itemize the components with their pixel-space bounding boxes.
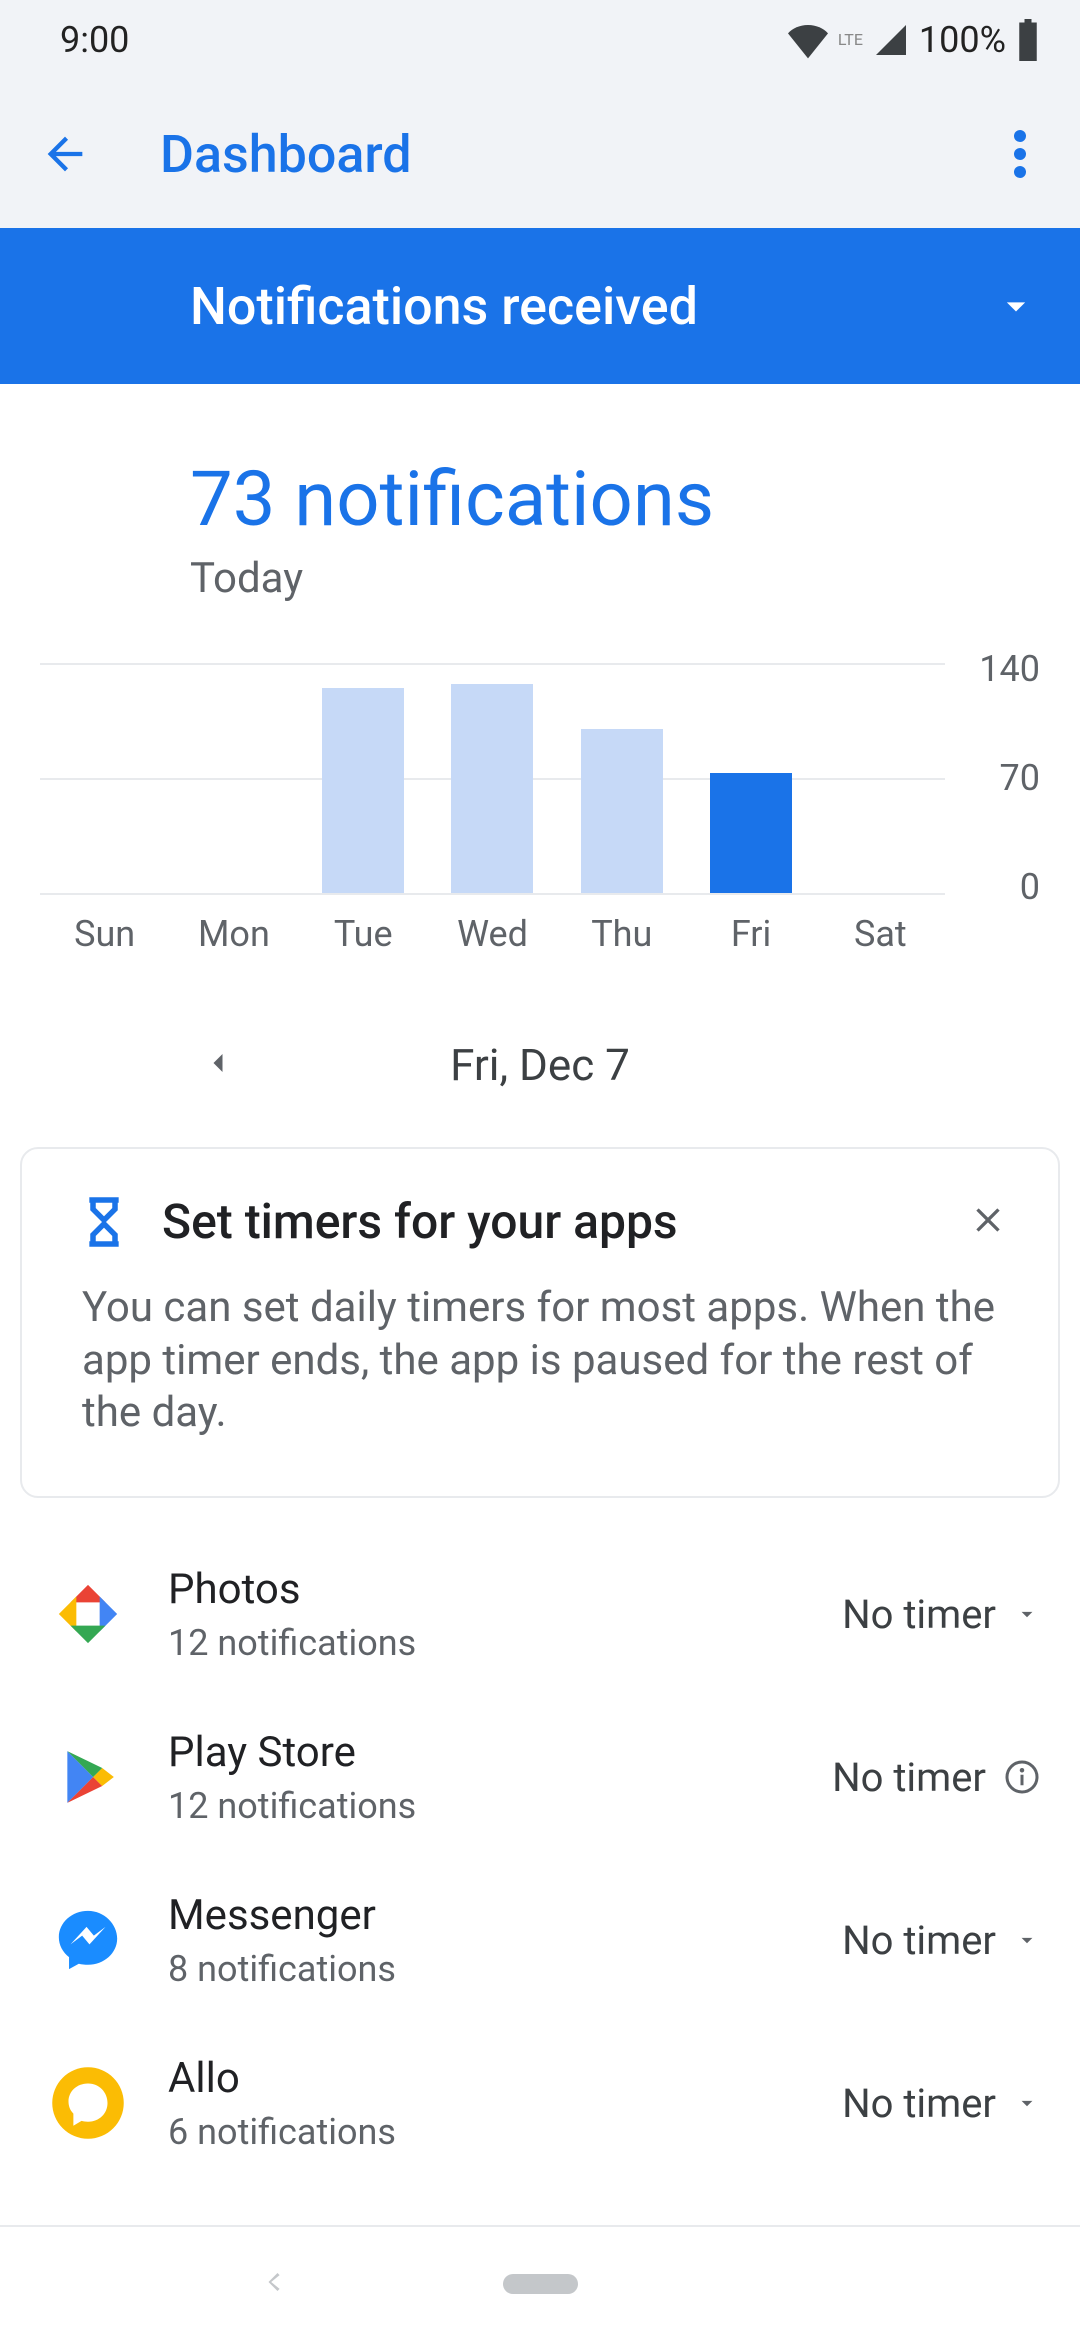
chart-x-label: Fri — [686, 913, 815, 955]
chart-bar-wed[interactable] — [428, 663, 557, 893]
timer-label: No timer — [842, 1591, 996, 1638]
chevron-down-icon — [994, 284, 1038, 328]
page-title: Dashboard — [160, 124, 990, 185]
status-time: 9:00 — [60, 19, 129, 61]
hourglass-icon — [82, 1196, 126, 1248]
timer-label: No timer — [842, 1917, 996, 1964]
app-icon-allo — [48, 2063, 128, 2143]
battery-icon — [1016, 19, 1040, 61]
chevron-left-icon — [255, 2264, 291, 2300]
timer-dropdown[interactable]: No timer — [842, 1591, 1040, 1638]
status-icons: LTE 100% — [788, 19, 1040, 61]
dropdown-icon — [1014, 1927, 1040, 1953]
arrow-back-icon — [39, 128, 91, 180]
dropdown-icon — [1014, 1601, 1040, 1627]
timer-label: No timer — [842, 2080, 996, 2127]
app-row-allo[interactable]: Allo 6 notifications No timer — [0, 2022, 1080, 2185]
app-list: Photos 12 notifications No timer Play St… — [0, 1533, 1080, 2185]
signal-icon — [873, 22, 909, 58]
chart-y-label: 0 — [1020, 866, 1040, 908]
play-store-icon — [57, 1746, 119, 1808]
chart-bar-tue[interactable] — [299, 663, 428, 893]
card-title: Set timers for your apps — [162, 1193, 932, 1250]
timer-info[interactable]: No timer — [832, 1754, 1040, 1801]
app-icon-messenger — [48, 1900, 128, 1980]
app-name: Allo — [168, 2054, 802, 2103]
date-navigator: Fri, Dec 7 — [0, 993, 1080, 1147]
chevron-left-icon — [200, 1045, 236, 1081]
app-name: Messenger — [168, 1891, 802, 1940]
app-icon-photos — [48, 1574, 128, 1654]
metric-selector[interactable]: Notifications received — [0, 228, 1080, 384]
current-date: Fri, Dec 7 — [450, 1039, 630, 1091]
close-icon — [968, 1200, 1008, 1240]
summary-subtitle: Today — [190, 554, 1080, 603]
app-icon-play-store — [48, 1737, 128, 1817]
more-vert-icon — [1014, 130, 1026, 178]
metric-label: Notifications received — [190, 276, 698, 337]
nav-back-button[interactable] — [255, 2264, 291, 2304]
app-row-play-store[interactable]: Play Store 12 notifications No timer — [0, 1696, 1080, 1859]
app-subtitle: 12 notifications — [168, 1622, 802, 1664]
allo-icon — [49, 2064, 127, 2142]
lte-label: LTE — [838, 32, 863, 48]
chart-bar-fri[interactable] — [686, 663, 815, 893]
app-row-messenger[interactable]: Messenger 8 notifications No timer — [0, 1859, 1080, 2022]
chart-y-label: 140 — [979, 648, 1040, 690]
chart-y-label: 70 — [1000, 757, 1040, 799]
app-subtitle: 6 notifications — [168, 2111, 802, 2153]
app-row-photos[interactable]: Photos 12 notifications No timer — [0, 1533, 1080, 1696]
app-subtitle: 8 notifications — [168, 1948, 802, 1990]
summary-block: 73 notifications Today — [0, 384, 1080, 603]
chart-x-label: Thu — [557, 913, 686, 955]
chart-bar-mon[interactable] — [169, 663, 298, 893]
chart-bar-sun[interactable] — [40, 663, 169, 893]
weekly-chart[interactable]: SunMonTueWedThuFriSat 140700 — [40, 663, 1040, 993]
chart-x-label: Mon — [169, 913, 298, 955]
app-name: Photos — [168, 1565, 802, 1614]
chart-x-label: Wed — [428, 913, 557, 955]
chart-x-label: Sat — [816, 913, 945, 955]
messenger-icon — [53, 1905, 123, 1975]
system-nav-bar — [0, 2225, 1080, 2340]
dropdown-icon — [1014, 2090, 1040, 2116]
chart-bar-sat[interactable] — [816, 663, 945, 893]
back-button[interactable] — [30, 119, 100, 189]
photos-icon — [53, 1579, 123, 1649]
chart-x-label: Sun — [40, 913, 169, 955]
overflow-menu-button[interactable] — [990, 124, 1050, 184]
battery-percent: 100% — [919, 19, 1006, 61]
timer-info-card: Set timers for your apps You can set dai… — [20, 1147, 1060, 1498]
prev-day-button[interactable] — [200, 1045, 236, 1085]
timer-dropdown[interactable]: No timer — [842, 1917, 1040, 1964]
chart-x-label: Tue — [299, 913, 428, 955]
summary-count: 73 notifications — [190, 454, 1080, 544]
chart-bar-thu[interactable] — [557, 663, 686, 893]
timer-label: No timer — [832, 1754, 986, 1801]
app-subtitle: 12 notifications — [168, 1785, 792, 1827]
wifi-icon — [788, 20, 828, 60]
card-body: You can set daily timers for most apps. … — [82, 1282, 1008, 1440]
card-close-button[interactable] — [968, 1200, 1008, 1244]
timer-dropdown[interactable]: No timer — [842, 2080, 1040, 2127]
home-pill[interactable] — [503, 2274, 578, 2294]
info-icon — [1004, 1759, 1040, 1795]
status-bar: 9:00 LTE 100% — [0, 0, 1080, 80]
app-bar: Dashboard — [0, 80, 1080, 228]
app-name: Play Store — [168, 1728, 792, 1777]
